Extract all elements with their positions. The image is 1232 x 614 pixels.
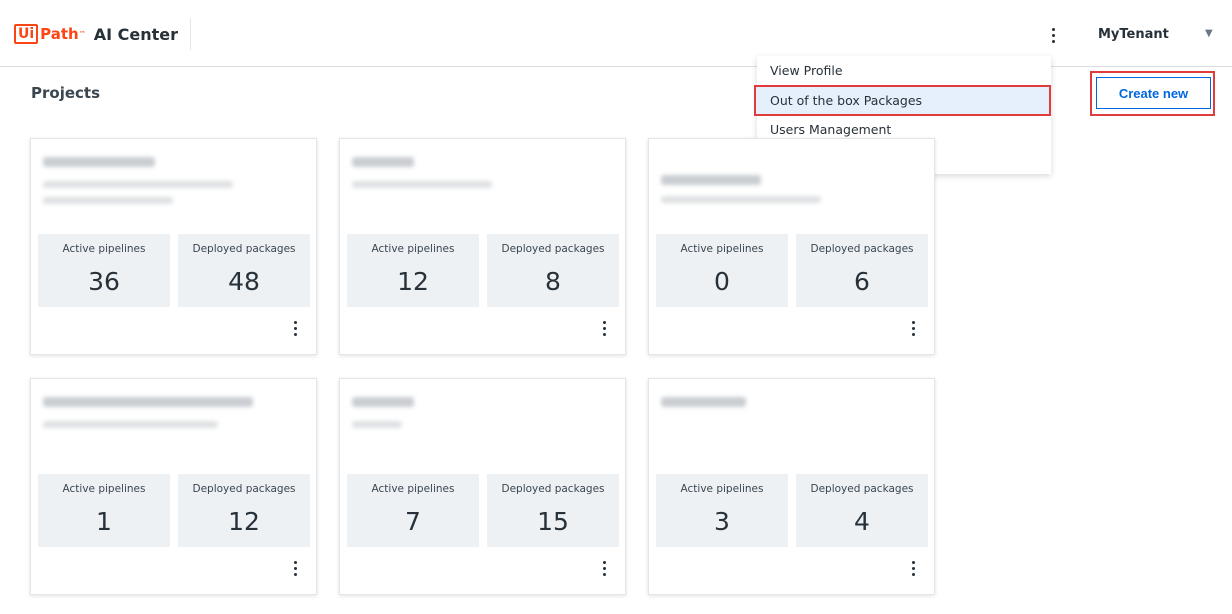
stat-label: Active pipelines [62,483,146,495]
deployed-packages-stat: Deployed packages 15 [487,474,619,547]
blurred-project-name [43,397,253,407]
blurred-project-name [352,157,414,167]
stat-value: 3 [714,507,730,536]
project-card[interactable]: Active pipelines 3 Deployed packages 4 [648,378,935,595]
logo-path-text: Path [40,25,79,43]
blurred-project-description [43,181,233,188]
active-pipelines-stat: Active pipelines 0 [656,234,788,307]
blurred-project-name [661,175,761,185]
blurred-project-name [43,157,155,167]
active-pipelines-stat: Active pipelines 1 [38,474,170,547]
active-pipelines-stat: Active pipelines 3 [656,474,788,547]
blurred-project-description [352,421,402,428]
stat-label: Deployed packages [192,243,296,255]
stat-value: 1 [96,507,112,536]
stat-label: Active pipelines [680,483,764,495]
stat-label: Deployed packages [501,243,605,255]
blurred-project-description [352,181,492,188]
deployed-packages-stat: Deployed packages 12 [178,474,310,547]
active-pipelines-stat: Active pipelines 12 [347,234,479,307]
active-pipelines-stat: Active pipelines 36 [38,234,170,307]
stat-value: 4 [854,507,870,536]
uipath-logo[interactable]: Ui Path ™ AI Center [14,22,178,46]
stat-label: Deployed packages [810,243,914,255]
stat-value: 6 [854,267,870,296]
stat-value: 15 [537,507,569,536]
stat-label: Active pipelines [371,243,455,255]
stat-label: Active pipelines [680,243,764,255]
stat-value: 8 [545,267,561,296]
deployed-packages-stat: Deployed packages 8 [487,234,619,307]
card-options-icon[interactable] [599,559,609,577]
card-options-icon[interactable] [290,319,300,337]
stat-label: Active pipelines [371,483,455,495]
active-pipelines-stat: Active pipelines 7 [347,474,479,547]
project-card[interactable]: Active pipelines 12 Deployed packages 8 [339,138,626,355]
blurred-project-name [352,397,414,407]
stat-label: Active pipelines [62,243,146,255]
product-name: AI Center [93,24,179,44]
more-options-icon[interactable] [1044,24,1062,46]
card-options-icon[interactable] [908,319,918,337]
stat-value: 48 [228,267,260,296]
blurred-project-name [661,397,746,407]
create-new-button[interactable]: Create new [1096,77,1211,109]
chevron-down-icon[interactable]: ▼ [1205,28,1213,39]
card-options-icon[interactable] [290,559,300,577]
stat-label: Deployed packages [501,483,605,495]
page-title: Projects [31,84,101,102]
stat-value: 0 [714,267,730,296]
project-card[interactable]: Active pipelines 7 Deployed packages 15 [339,378,626,595]
deployed-packages-stat: Deployed packages 4 [796,474,928,547]
deployed-packages-stat: Deployed packages 6 [796,234,928,307]
blurred-project-description [43,197,173,204]
project-card[interactable]: Active pipelines 0 Deployed packages 6 [648,138,935,355]
project-card[interactable]: Active pipelines 36 Deployed packages 48 [30,138,317,355]
menu-item-out-of-the-box-packages[interactable]: Out of the box Packages [757,86,1051,115]
stat-label: Deployed packages [192,483,296,495]
header-divider [190,18,191,50]
stat-value: 36 [88,267,120,296]
deployed-packages-stat: Deployed packages 48 [178,234,310,307]
menu-item-view-profile[interactable]: View Profile [757,56,1051,85]
logo-ui-mark: Ui [14,24,39,44]
stat-label: Deployed packages [810,483,914,495]
stat-value: 12 [228,507,260,536]
stat-value: 7 [405,507,421,536]
stat-value: 12 [397,267,429,296]
card-options-icon[interactable] [599,319,609,337]
tenant-selector[interactable]: MyTenant [1098,27,1169,42]
blurred-project-description [43,421,218,428]
logo-trademark: ™ [78,30,86,38]
blurred-project-description [661,196,821,203]
card-options-icon[interactable] [908,559,918,577]
project-card[interactable]: Active pipelines 1 Deployed packages 12 [30,378,317,595]
